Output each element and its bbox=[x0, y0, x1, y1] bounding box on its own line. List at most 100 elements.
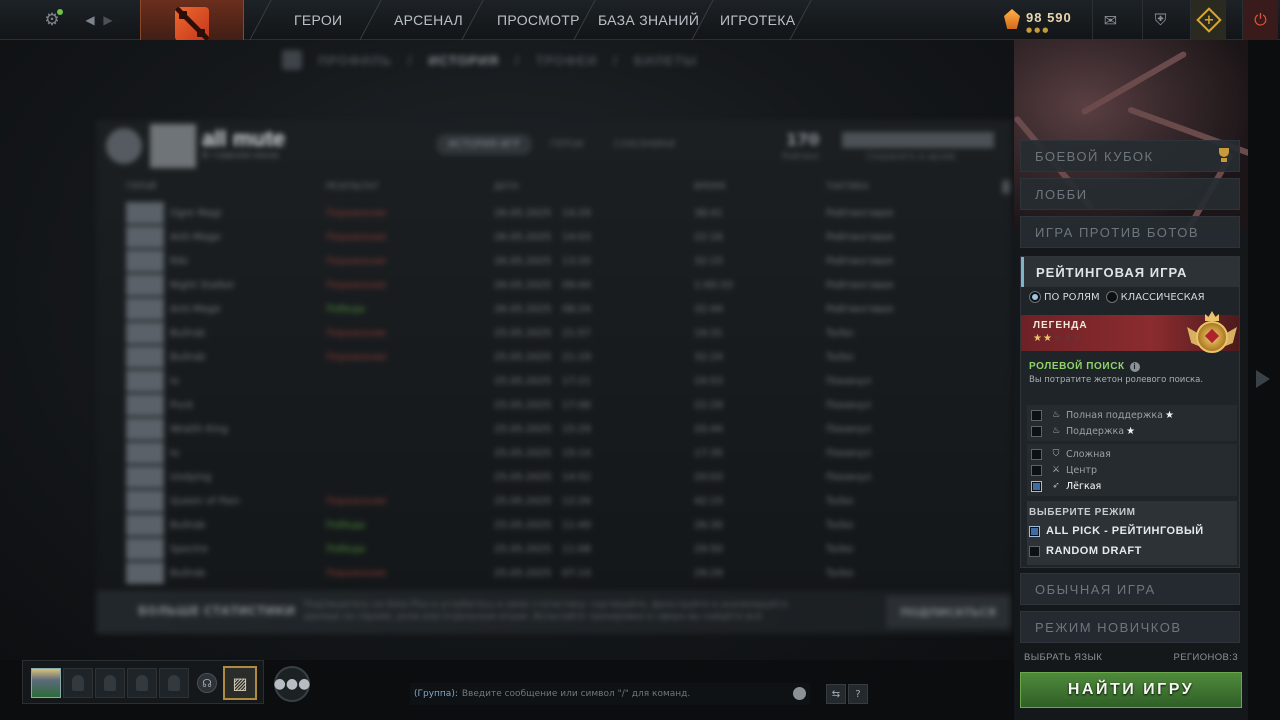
table-row[interactable]: Riki Поражение 26.05.2025 13:20 32:15 Рейтинг… bbox=[126, 250, 1006, 274]
table-row[interactable]: Ogre Magi Поражение 26.05.2025 14:29 38:41 Ре… bbox=[126, 202, 1006, 226]
bots-button[interactable]: ИГРА ПРОТИВ БОТОВ bbox=[1020, 216, 1240, 248]
table-row[interactable]: Spectre Победа 25.05.2025 11:08 29:50 Turbo bbox=[126, 538, 1006, 562]
subnav-profile[interactable]: ПРОФИЛЬ bbox=[318, 53, 392, 68]
table-row[interactable]: Bullrab Победа 25.05.2025 11:49 26:30 Turbo bbox=[126, 514, 1006, 538]
table-row[interactable]: Undying 25.05.2025 14:52 20:03 Покинул bbox=[126, 466, 1006, 490]
role-checkbox[interactable] bbox=[1031, 425, 1042, 437]
radio-role-queue[interactable] bbox=[1029, 291, 1041, 303]
col-mode[interactable]: ТАКТИКА bbox=[826, 182, 869, 192]
subscribe-button[interactable]: ПОДПИСАТЬСЯ bbox=[886, 596, 1010, 628]
cell-duration: 20:44 bbox=[694, 424, 723, 435]
mode-random-draft[interactable]: RANDOM DRAFT bbox=[1029, 545, 1142, 557]
table-row[interactable]: Io 25.05.2025 15:14 17:35 Покинул bbox=[126, 442, 1006, 466]
tab-match-history[interactable]: ИСТОРИЯ ИГР bbox=[436, 134, 532, 155]
emoji-icon[interactable] bbox=[793, 687, 806, 700]
col-result[interactable]: РЕЗУЛЬТАТ bbox=[326, 182, 378, 192]
battle-cup-label: БОЕВОЙ КУБОК bbox=[1035, 148, 1154, 164]
table-row[interactable]: Anti-Mage Победа 26.05.2025 08:24 32:44 Рейти… bbox=[126, 298, 1006, 322]
table-row[interactable]: Bullrab Поражение 25.05.2025 21:57 19:31 Turb… bbox=[126, 322, 1006, 346]
mode-all-pick[interactable]: ALL PICK - РЕЙТИНГОВЫЙ bbox=[1029, 525, 1204, 537]
friends-group-icon[interactable]: ●●● bbox=[274, 666, 310, 702]
new-player-mode-button[interactable]: РЕЖИМ НОВИЧКОВ bbox=[1020, 611, 1240, 643]
col-date[interactable]: ДАТА bbox=[494, 182, 519, 192]
role-checkbox[interactable] bbox=[1031, 464, 1042, 476]
mail-icon[interactable]: ✉ bbox=[1092, 0, 1128, 40]
party-slot-empty[interactable] bbox=[159, 668, 189, 698]
battle-cup-button[interactable]: БОЕВОЙ КУБОК bbox=[1020, 140, 1240, 172]
avatar bbox=[150, 124, 196, 168]
armory-banner-icon[interactable]: ⛨ bbox=[1142, 0, 1178, 40]
table-row[interactable]: Queen of Pain Поражение 25.05.2025 12:26 42:… bbox=[126, 490, 1006, 514]
role-option[interactable]: ⚔ Центр bbox=[1027, 462, 1237, 478]
subnav-tickets[interactable]: БИЛЕТЫ bbox=[634, 53, 697, 68]
chat-window-icon[interactable]: ⇆ bbox=[826, 684, 846, 704]
party-slot-empty[interactable] bbox=[95, 668, 125, 698]
role-option[interactable]: ➶ Лёгкая bbox=[1027, 478, 1237, 494]
nav-armory[interactable]: АРСЕНАЛ bbox=[394, 0, 463, 40]
table-row[interactable]: Night Stalker Поражение 26.05.2025 09:44 1:0… bbox=[126, 274, 1006, 298]
radio-classic-label[interactable]: КЛАССИЧЕСКАЯ bbox=[1121, 292, 1205, 303]
stat-bar[interactable] bbox=[842, 132, 994, 148]
party-slot-empty[interactable] bbox=[127, 668, 157, 698]
role-option[interactable]: ♨ Полная поддержка ★ bbox=[1027, 407, 1237, 423]
role-checkbox[interactable] bbox=[1031, 409, 1042, 421]
cell-date: 25.05.2025 bbox=[494, 568, 552, 579]
settings-gear-icon[interactable]: ⚙ bbox=[40, 8, 64, 32]
role-search-title-text: РОЛЕВОЙ ПОИСК bbox=[1029, 361, 1125, 372]
tab-heroes[interactable]: ГЕРОИ bbox=[538, 134, 596, 155]
mode-random-draft-checkbox[interactable] bbox=[1029, 545, 1040, 557]
find-game-button[interactable]: НАЙТИ ИГРУ bbox=[1020, 672, 1242, 708]
collapse-arrow-icon[interactable] bbox=[1256, 370, 1270, 388]
table-row[interactable]: Wraith King 25.05.2025 15:29 20:44 Покинул bbox=[126, 418, 1006, 442]
table-row[interactable]: Bullrab Поражение 25.05.2025 07:14 29:29 Turb… bbox=[126, 562, 1006, 586]
info-icon[interactable]: i bbox=[1129, 361, 1140, 372]
nav-learn[interactable]: БАЗА ЗНАНИЙ bbox=[598, 0, 699, 40]
nav-heroes[interactable]: ГЕРОИ bbox=[294, 0, 342, 40]
normal-game-button[interactable]: ОБЫЧНАЯ ИГРА bbox=[1020, 573, 1240, 605]
chat-channel[interactable]: (Группа): bbox=[414, 689, 458, 699]
subnav-history[interactable]: ИСТОРИЯ bbox=[429, 53, 500, 68]
table-row[interactable]: Anti-Mage Поражение 26.05.2025 14:03 22:16 Ре… bbox=[126, 226, 1006, 250]
nav-arcade[interactable]: ИГРОТЕКА bbox=[720, 0, 795, 40]
table-row[interactable]: Bullrab Поражение 25.05.2025 21:19 32:24 Turb… bbox=[126, 346, 1006, 370]
headset-icon[interactable]: ☊ bbox=[197, 673, 217, 693]
table-row[interactable]: Puck 25.05.2025 17:06 22:29 Покинул bbox=[126, 394, 1006, 418]
role-icon: ♨ bbox=[1051, 410, 1061, 420]
role-option[interactable]: ⛉ Сложная bbox=[1027, 446, 1237, 462]
nav-watch[interactable]: ПРОСМОТР bbox=[497, 0, 580, 40]
legend-medal-icon bbox=[1187, 307, 1237, 363]
shards-currency[interactable]: 98 590 ●●● bbox=[1004, 6, 1082, 34]
regions-link[interactable]: РЕГИОНОВ:3 bbox=[1173, 652, 1238, 663]
ranked-title[interactable]: РЕЙТИНГОВАЯ ИГРА bbox=[1021, 257, 1239, 287]
support-roles-group: ♨ Полная поддержка ★ ♨ Поддержка ★ bbox=[1027, 405, 1237, 441]
chat-help-button[interactable]: ? bbox=[848, 684, 868, 704]
cell-mode: Turbo bbox=[826, 352, 854, 363]
forward-arrow-icon[interactable]: ▶ bbox=[96, 8, 120, 32]
role-label: Центр bbox=[1066, 464, 1097, 476]
role-option[interactable]: ♨ Поддержка ★ bbox=[1027, 423, 1237, 439]
cell-result: Поражение bbox=[326, 568, 387, 579]
cell-duration: 32:44 bbox=[694, 304, 723, 315]
chat-placeholder[interactable]: Введите сообщение или символ "/" для ком… bbox=[462, 689, 690, 699]
role-checkbox[interactable] bbox=[1031, 480, 1042, 492]
radio-role-queue-label[interactable]: ПО РОЛЯМ bbox=[1044, 292, 1100, 303]
select-language-link[interactable]: ВЫБРАТЬ ЯЗЫК bbox=[1024, 652, 1102, 663]
subnav-trophies[interactable]: ТРОФЕИ bbox=[536, 53, 598, 68]
medal-crown bbox=[1205, 311, 1219, 321]
table-row[interactable]: Io 25.05.2025 17:21 24:53 Покинул bbox=[126, 370, 1006, 394]
banner-text: Подпишитесь на Dota Plus и углубитесь в … bbox=[304, 600, 788, 622]
chat-input[interactable]: (Группа): Введите сообщение или символ "… bbox=[410, 683, 810, 705]
party-slot-self-avatar[interactable] bbox=[31, 668, 61, 698]
col-time[interactable]: ВРЕМЯ bbox=[694, 182, 725, 192]
tv-icon[interactable]: ▨ bbox=[223, 666, 257, 700]
lobby-button[interactable]: ЛОББИ bbox=[1020, 178, 1240, 210]
cell-hero: Io bbox=[170, 448, 180, 459]
mode-all-pick-checkbox[interactable] bbox=[1029, 525, 1040, 537]
dota-plus-button[interactable]: + bbox=[1190, 0, 1226, 40]
power-exit-icon[interactable]: ⏻ bbox=[1242, 0, 1278, 40]
role-checkbox[interactable] bbox=[1031, 448, 1042, 460]
col-hero[interactable]: ГЕРОЙ bbox=[126, 182, 156, 192]
tab-allies[interactable]: СОЮЗНИКИ bbox=[602, 134, 688, 155]
radio-classic[interactable] bbox=[1105, 291, 1118, 303]
party-slot-empty[interactable] bbox=[63, 668, 93, 698]
